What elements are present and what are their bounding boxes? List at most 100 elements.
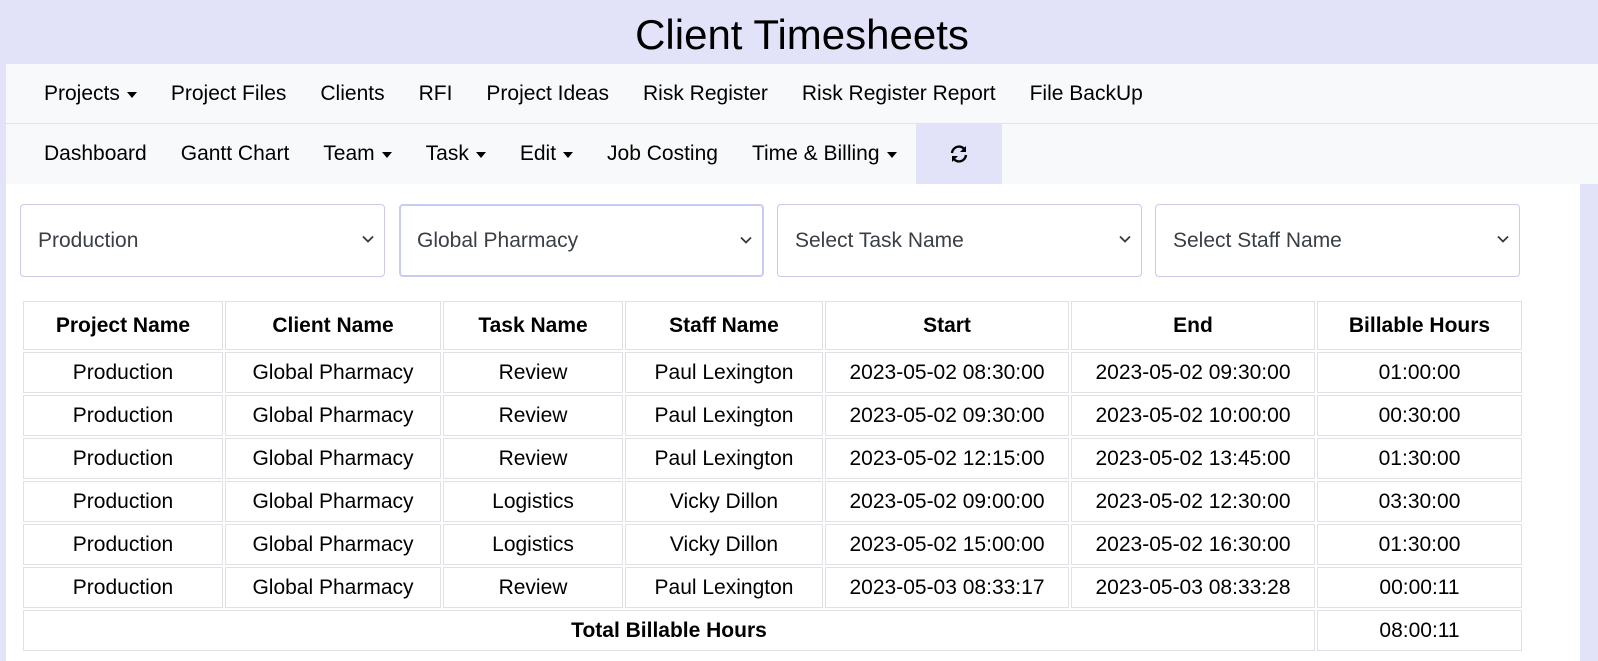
chevron-down-icon — [1119, 235, 1131, 243]
project-select[interactable]: Production — [20, 204, 385, 277]
table-cell: 2023-05-02 09:30:00 — [825, 395, 1069, 436]
nav-item-label: File BackUp — [1029, 81, 1143, 105]
nav-item-label: Job Costing — [607, 142, 718, 165]
table-cell: Logistics — [443, 481, 623, 522]
table-cell: Production — [23, 438, 223, 479]
nav-item-label: Team — [323, 142, 375, 165]
project-select-value: Production — [38, 228, 139, 252]
table-cell: Production — [23, 567, 223, 608]
table-cell: 2023-05-02 10:00:00 — [1071, 395, 1315, 436]
table-cell: Global Pharmacy — [225, 481, 441, 522]
nav-item-label: Gantt Chart — [180, 142, 290, 165]
table-row: Production Global Pharmacy Logistics Vicky … — [23, 481, 1522, 522]
nav-item-task[interactable]: Task — [426, 142, 486, 166]
column-header: Task Name — [443, 301, 623, 350]
nav-item-time-billing[interactable]: Time & Billing — [752, 142, 897, 166]
caret-down-icon — [475, 152, 486, 158]
nav-row-primary: Projects Project Files Clients RFI Project I… — [6, 64, 1598, 124]
nav-item-dashboard[interactable]: Dashboard — [44, 142, 147, 166]
nav-item-team[interactable]: Team — [323, 142, 392, 166]
table-cell: Production — [23, 524, 223, 565]
nav-item-gantt-chart[interactable]: Gantt Chart — [181, 142, 290, 166]
table-cell: Global Pharmacy — [225, 567, 441, 608]
nav-item-risk-register[interactable]: Risk Register — [643, 82, 768, 106]
column-header: Project Name — [23, 301, 223, 350]
column-header: Start — [825, 301, 1069, 350]
table-cell: Global Pharmacy — [225, 524, 441, 565]
table-cell: 2023-05-02 13:45:00 — [1071, 438, 1315, 479]
nav-item-job-costing[interactable]: Job Costing — [607, 142, 718, 166]
client-select[interactable]: Global Pharmacy — [399, 204, 764, 277]
nav-item-label: Task — [425, 142, 469, 165]
task-select-placeholder: Select Task Name — [795, 228, 964, 252]
table-cell: 01:00:00 — [1317, 352, 1522, 393]
nav-item-file-backup[interactable]: File BackUp — [1030, 82, 1143, 106]
nav-item-label: Dashboard — [44, 142, 147, 165]
table-cell: 2023-05-02 08:30:00 — [825, 352, 1069, 393]
table-cell: 2023-05-02 16:30:00 — [1071, 524, 1315, 565]
table-cell: Production — [23, 352, 223, 393]
table-cell: Global Pharmacy — [225, 395, 441, 436]
caret-down-icon — [563, 152, 574, 158]
table-row: Production Global Pharmacy Logistics Vicky … — [23, 524, 1522, 565]
table-row: Production Global Pharmacy Review Paul Lexi… — [23, 567, 1522, 608]
nav-item-label: Edit — [519, 142, 557, 165]
nav-item-label: RFI — [418, 81, 453, 105]
table-cell: 2023-05-02 09:30:00 — [1071, 352, 1315, 393]
table-cell: Review — [443, 567, 623, 608]
app-frame: Client Timesheets Projects Project Files C… — [0, 0, 1598, 661]
table-header-row: Project Name Client Name Task Name Staff Na… — [23, 301, 1522, 350]
table-cell: Global Pharmacy — [225, 352, 441, 393]
table-cell: Global Pharmacy — [225, 438, 441, 479]
table-cell: 01:30:00 — [1317, 524, 1522, 565]
caret-down-icon — [381, 152, 392, 158]
nav-item-edit[interactable]: Edit — [519, 142, 574, 166]
table-row: Production Global Pharmacy Review Paul Lexi… — [23, 395, 1522, 436]
table-cell: 00:30:00 — [1317, 395, 1522, 436]
timesheet-table: Project Name Client Name Task Name Staff Na… — [21, 299, 1524, 653]
nav-item-label: Clients — [320, 81, 385, 105]
staff-select-placeholder: Select Staff Name — [1173, 228, 1342, 252]
chevron-down-icon — [1497, 235, 1509, 243]
refresh-button[interactable] — [915, 124, 1002, 184]
nav-item-label: Risk Register Report — [801, 81, 996, 105]
chevron-down-icon — [740, 236, 752, 244]
nav-item-projects[interactable]: Projects — [44, 82, 137, 106]
column-header: Staff Name — [625, 301, 823, 350]
staff-select[interactable]: Select Staff Name — [1155, 204, 1520, 277]
table-cell: Vicky Dillon — [625, 524, 823, 565]
nav-item-label: Project Ideas — [486, 81, 609, 105]
table-cell: Paul Lexington — [625, 438, 823, 479]
client-select-value: Global Pharmacy — [417, 228, 579, 252]
table-cell: 2023-05-02 12:15:00 — [825, 438, 1069, 479]
main-content: Production Global Pharmacy Select Task N… — [6, 184, 1580, 661]
page-title: Client Timesheets — [635, 11, 969, 58]
table-cell: Paul Lexington — [625, 395, 823, 436]
table-cell: 00:00:11 — [1317, 567, 1522, 608]
table-cell: 03:30:00 — [1317, 481, 1522, 522]
table-cell: Review — [443, 395, 623, 436]
nav-item-project-ideas[interactable]: Project Ideas — [486, 82, 609, 106]
column-header: Billable Hours — [1317, 301, 1522, 350]
table-cell: Vicky Dillon — [625, 481, 823, 522]
table-cell: Production — [23, 481, 223, 522]
nav-item-label: Project Files — [170, 81, 287, 105]
task-select[interactable]: Select Task Name — [777, 204, 1142, 277]
table-cell: 01:30:00 — [1317, 438, 1522, 479]
nav-row-secondary: Dashboard Gantt Chart Team Task Edit Job Cost… — [6, 124, 1598, 184]
refresh-icon — [950, 145, 967, 163]
nav-item-rfi[interactable]: RFI — [419, 82, 453, 106]
column-header: Client Name — [225, 301, 441, 350]
nav-item-label: Time & Billing — [751, 142, 880, 165]
table-row: Production Global Pharmacy Review Paul Lexi… — [23, 352, 1522, 393]
nav-item-project-files[interactable]: Project Files — [171, 82, 287, 106]
nav-item-risk-register-report[interactable]: Risk Register Report — [802, 82, 996, 106]
table-cell: Production — [23, 395, 223, 436]
total-value: 08:00:11 — [1317, 610, 1522, 651]
table-cell: 2023-05-02 09:00:00 — [825, 481, 1069, 522]
table-cell: Paul Lexington — [625, 352, 823, 393]
nav-item-label: Risk Register — [643, 81, 768, 105]
total-label: Total Billable Hours — [23, 610, 1315, 651]
column-header: End — [1071, 301, 1315, 350]
nav-item-clients[interactable]: Clients — [320, 82, 384, 106]
